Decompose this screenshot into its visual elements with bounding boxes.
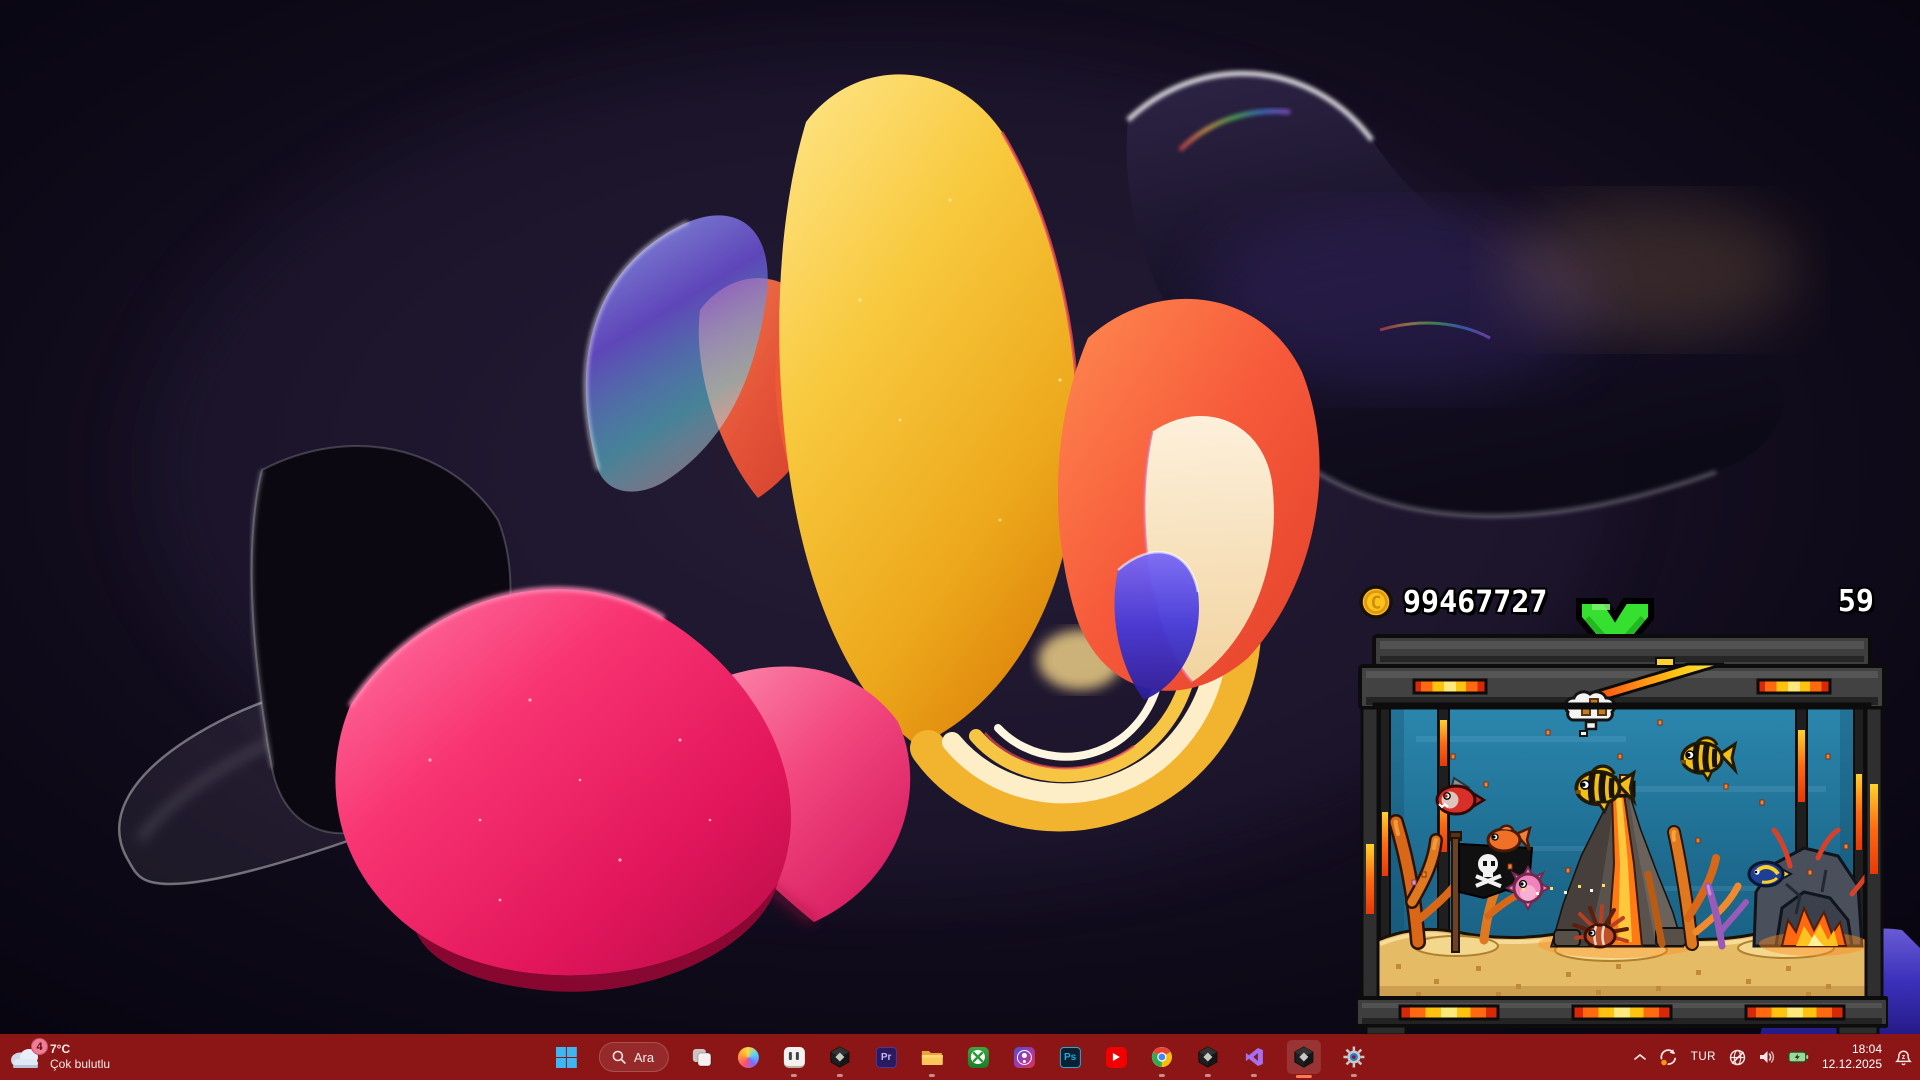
unity-hub-button[interactable] [827,1034,853,1080]
unity-hub-icon [1197,1046,1219,1068]
aquarium-widget[interactable]: C 99467727 59 [1356,584,1890,1036]
weather-temperature: 7°C [50,1042,110,1057]
task-view-icon [691,1046,713,1068]
copilot-icon [738,1047,759,1068]
windows-logo-icon [555,1047,576,1068]
youtube-button[interactable] [1103,1034,1129,1080]
battery-charging-icon[interactable] [1788,1049,1809,1065]
chrome-icon [1151,1046,1173,1068]
settings-button[interactable] [1341,1034,1367,1080]
clock[interactable]: 18:04 12.12.2025 [1822,1042,1882,1072]
fish-tank[interactable] [1356,634,1888,1036]
visual-studio-button[interactable] [1241,1034,1267,1080]
lid-light-right [1758,680,1830,693]
date: 12.12.2025 [1822,1057,1882,1072]
start-button[interactable] [553,1034,579,1080]
hidden-icons-chevron[interactable] [1634,1053,1646,1061]
search-label: Ara [634,1050,654,1065]
chat-app-icon [1014,1047,1035,1068]
coin-count: 99467727 [1403,585,1548,620]
weather-alert-badge: 4 [31,1038,48,1055]
premiere-pro-icon: Pr [876,1047,897,1068]
unity-hub-icon [829,1046,851,1068]
taskbar-center: Ara [553,1034,1367,1080]
photoshop-icon: Ps [1060,1047,1081,1068]
photoshop-button[interactable]: Ps [1057,1034,1083,1080]
visual-studio-icon [1243,1046,1265,1068]
unity-editor-button-active[interactable] [1287,1040,1321,1074]
svg-text:z: z [1902,1054,1906,1061]
xbox-button[interactable] [965,1034,991,1080]
tank-lid [1360,636,1884,708]
time: 18:04 [1822,1042,1882,1057]
volume-icon[interactable] [1759,1050,1775,1064]
xbox-icon [968,1047,989,1068]
coin-letter: C [1371,593,1382,614]
lid-light-left [1414,680,1486,693]
chrome-button[interactable] [1149,1034,1175,1080]
tank-base [1356,998,1888,1035]
widget-app-icon [784,1047,805,1068]
task-view-button[interactable] [689,1034,715,1080]
taskbar: 4 7°C Çok bulutlu Ara [0,1034,1920,1080]
gear-icon [1343,1046,1365,1068]
coin-counter: C 99467727 [1358,584,1548,620]
system-tray: TUR [1634,1034,1912,1080]
weather-condition: Çok bulutlu [50,1057,110,1072]
sync-pending-icon[interactable] [1659,1048,1678,1067]
desktop: C 99467727 59 [0,0,1920,1080]
file-explorer-icon [921,1048,943,1067]
file-explorer-button[interactable] [919,1034,945,1080]
coin-icon: C [1358,584,1394,620]
unity-hub-2-button[interactable] [1195,1034,1221,1080]
youtube-icon [1106,1047,1127,1068]
search-box[interactable]: Ara [599,1042,669,1072]
premiere-pro-button[interactable]: Pr [873,1034,899,1080]
level-number: 59 [1838,584,1874,619]
weather-widget[interactable]: 4 7°C Çok bulutlu [8,1034,110,1080]
focus-assist-bell-icon[interactable]: z [1895,1049,1912,1066]
search-icon [612,1050,626,1064]
no-internet-globe-icon[interactable] [1729,1049,1746,1066]
unity-editor-icon [1293,1046,1315,1068]
copilot-button[interactable] [735,1034,761,1080]
chat-app-button[interactable] [1011,1034,1037,1080]
language-indicator[interactable]: TUR [1691,1051,1716,1063]
widget-app-button[interactable] [781,1034,807,1080]
